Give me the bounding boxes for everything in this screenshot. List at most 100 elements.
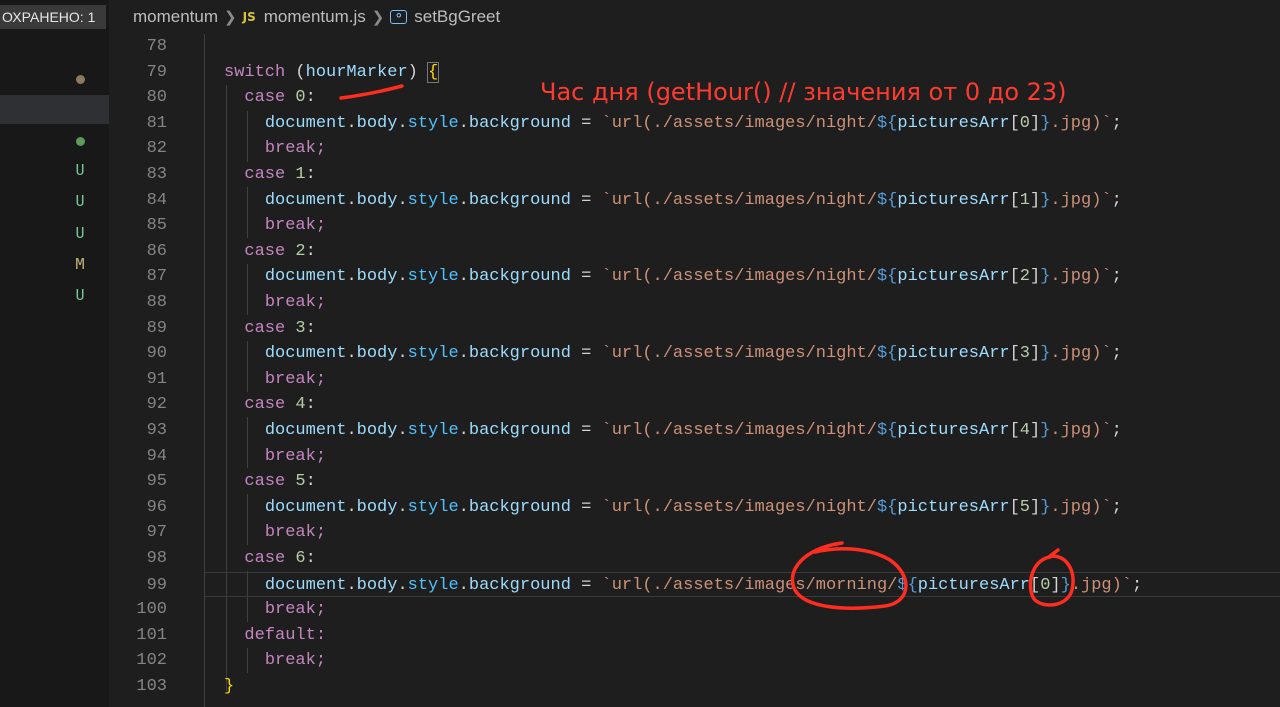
punctuation: ; — [1111, 421, 1122, 440]
git-status-untracked: U — [75, 192, 85, 210]
explorer-sidebar: ОХРАНЕНО: 1 U U U M U — [0, 0, 110, 707]
variable: document — [264, 344, 347, 364]
property: body — [356, 575, 398, 595]
keyword: case — [244, 88, 286, 108]
matched-brace: { — [427, 61, 440, 83]
template-delimiter: ${ — [897, 575, 918, 595]
string: `url(./assets/images/night/ — [601, 421, 877, 440]
property: style — [407, 421, 459, 440]
case-value: 6 — [295, 549, 306, 568]
code-editor[interactable]: momentum ❯ JS momentum.js ❯ ⚬ setBgGreet… — [109, 0, 1280, 707]
string: .jpg)` — [1050, 497, 1112, 517]
line-number: 96 — [146, 497, 167, 517]
punctuation: : — [305, 165, 316, 184]
keyword: case — [244, 472, 286, 492]
breadcrumb-symbol[interactable]: setBgGreet — [414, 7, 500, 27]
punctuation: . — [346, 575, 357, 595]
property: style — [407, 190, 459, 210]
variable: hourMarker — [305, 62, 408, 82]
git-status-dot — [73, 132, 87, 150]
line-number: 102 — [136, 651, 167, 671]
code-line: 100 break; — [109, 597, 1280, 623]
keyword: break; — [264, 216, 327, 236]
keyword: break; — [264, 651, 327, 671]
operator: = — [570, 497, 602, 517]
case-value: 0 — [295, 88, 306, 108]
line-number: 103 — [136, 677, 167, 696]
breadcrumb-file[interactable]: momentum.js — [264, 7, 366, 27]
code-line: 95 case 5: — [109, 469, 1280, 495]
line-number: 98 — [146, 549, 167, 568]
code-line: 87 document.body.style.background = `url… — [109, 264, 1280, 290]
property: background — [468, 497, 571, 517]
property: background — [468, 267, 571, 287]
selected-file-row[interactable] — [0, 95, 109, 124]
template-delimiter: } — [1040, 190, 1051, 210]
case-value: 3 — [295, 318, 306, 338]
line-number: 95 — [146, 472, 167, 492]
unsaved-count-badge[interactable]: ОХРАНЕНО: 1 — [0, 5, 106, 29]
line-number: 88 — [146, 293, 167, 312]
variable: document — [264, 497, 347, 517]
line-number: 87 — [146, 267, 167, 287]
line-number: 97 — [146, 523, 167, 543]
keyword: break; — [264, 293, 327, 312]
line-number: 89 — [146, 318, 167, 338]
line-number: 78 — [146, 37, 167, 56]
line-number: 84 — [146, 190, 167, 210]
template-delimiter: } — [1040, 344, 1051, 364]
keyword: break; — [264, 139, 327, 159]
array-index: 0 — [1040, 575, 1051, 595]
template-delimiter: } — [1040, 421, 1051, 440]
keyword: default: — [244, 625, 327, 645]
keyword: break; — [264, 600, 327, 620]
punctuation: . — [397, 113, 408, 133]
punctuation: . — [346, 267, 357, 287]
property: body — [356, 421, 398, 440]
property: background — [468, 113, 571, 133]
template-delimiter: ${ — [876, 190, 898, 210]
line-number: 94 — [146, 446, 167, 466]
operator: = — [570, 190, 602, 210]
punctuation: . — [397, 267, 408, 287]
punctuation: ) — [407, 62, 418, 82]
template-delimiter: ${ — [876, 497, 898, 517]
code-line: 85 break; — [109, 213, 1280, 239]
array-index: 1 — [1019, 190, 1030, 210]
case-value: 1 — [295, 165, 306, 184]
code-line: 89 case 3: — [109, 316, 1280, 342]
punctuation: ; — [1111, 190, 1122, 210]
punctuation: . — [346, 190, 357, 210]
punctuation: . — [458, 575, 469, 595]
property: body — [356, 113, 398, 133]
punctuation: : — [305, 472, 316, 492]
line-number: 99 — [146, 575, 167, 595]
punctuation: ; — [1111, 113, 1122, 133]
line-number: 91 — [146, 369, 167, 389]
line-number: 101 — [136, 625, 167, 645]
line-number: 80 — [146, 88, 167, 108]
punctuation: ; — [1132, 575, 1143, 595]
variable: picturesArr — [897, 267, 1010, 287]
keyword: case — [244, 549, 286, 568]
string: .jpg)` — [1050, 190, 1112, 210]
keyword: case — [244, 241, 286, 261]
case-value: 5 — [295, 472, 306, 492]
array-index: 2 — [1019, 267, 1030, 287]
string: `url(./assets/images/night/ — [601, 113, 877, 133]
line-number: 83 — [146, 165, 167, 184]
code-line: 99 document.body.style.background = `url… — [147, 571, 1280, 598]
variable: document — [264, 190, 347, 210]
punctuation: : — [305, 241, 316, 261]
property: body — [356, 497, 398, 517]
property: background — [468, 575, 571, 595]
code-line: 96 document.body.style.background = `url… — [109, 495, 1280, 521]
keyword: switch — [224, 62, 286, 82]
property: style — [407, 344, 459, 364]
breadcrumb-folder[interactable]: momentum — [133, 7, 218, 27]
variable: picturesArr — [897, 344, 1010, 364]
punctuation: : — [305, 88, 316, 108]
string: .jpg)` — [1050, 344, 1112, 364]
punctuation: : — [305, 395, 316, 415]
function-symbol-icon: ⚬ — [390, 10, 408, 24]
